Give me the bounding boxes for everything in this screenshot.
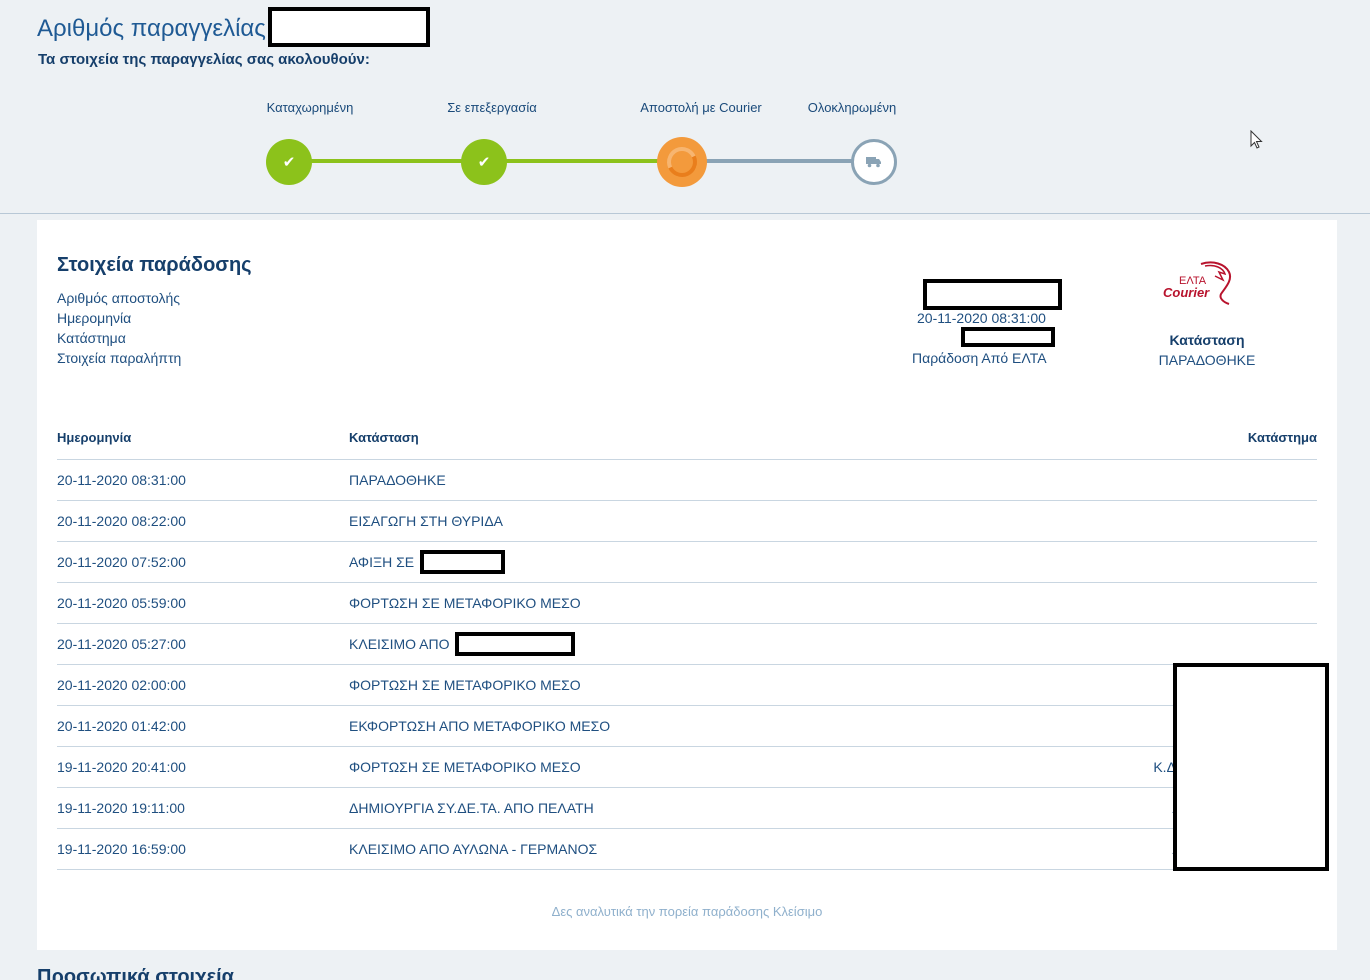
column-header-date: Ημερομηνία — [57, 430, 132, 445]
status-value: ΠΑΡΑΔΟΘΗΚΕ — [1158, 352, 1256, 368]
header-divider — [0, 213, 1370, 214]
table-row: 20-11-2020 08:31:00 ΠΑΡΑΔΟΘΗΚΕ — [57, 460, 1317, 501]
step-registered: ✔ — [266, 139, 312, 185]
row-status: ΦΟΡΤΩΣΗ ΣΕ ΜΕΤΑΦΟΡΙΚΟ ΜΕΣΟ — [349, 595, 581, 611]
recipient-value: Παράδοση Από ΕΛΤΑ — [912, 350, 1047, 366]
check-icon: ✔ — [282, 154, 296, 171]
row-date: 19-11-2020 16:59:00 — [57, 841, 186, 857]
date-label: Ημερομηνία — [57, 310, 132, 326]
row-date: 20-11-2020 01:42:00 — [57, 718, 186, 734]
column-header-store: Κατάστημα — [1247, 430, 1317, 445]
row-status: ΔΗΜΙΟΥΡΓΙΑ ΣΥ.ΔΕ.ΤΑ. ΑΠΟ ΠΕΛΑΤΗ — [349, 800, 594, 816]
row-status: ΕΚΦΟΡΤΩΣΗ ΑΠΟ ΜΕΤΑΦΟΡΙΚΟ ΜΕΣΟ — [349, 718, 611, 734]
table-row: 19-11-2020 19:11:00 ΔΗΜΙΟΥΡΓΙΑ ΣΥ.ΔΕ.ΤΑ.… — [57, 788, 1317, 829]
delivery-date-value: 20-11-2020 08:31:00 — [917, 310, 1046, 326]
delivery-card: Στοιχεία παράδοσης Αριθμός αποστολής Ημε… — [37, 220, 1337, 950]
row-status-text: ΚΛΕΙΣΙΜΟ ΑΠΟ — [349, 636, 450, 652]
row-status: ΠΑΡΑΔΟΘΗΚΕ — [349, 472, 446, 488]
redacted-location — [420, 550, 506, 574]
row-date: 20-11-2020 08:22:00 — [57, 513, 186, 529]
row-status: ΚΛΕΙΣΙΜΟ ΑΠΟ ΑΥΛΩΝΑ - ΓΕΡΜΑΝΟΣ — [349, 841, 598, 857]
order-progress: Καταχωρημένη Σε επεξεργασία Αποστολή με … — [0, 0, 1370, 214]
table-row: 19-11-2020 20:41:00 ΦΟΡΤΩΣΗ ΣΕ ΜΕΤΑΦΟΡΙΚ… — [57, 747, 1317, 788]
row-status: ΦΟΡΤΩΣΗ ΣΕ ΜΕΤΑΦΟΡΙΚΟ ΜΕΣΟ — [349, 677, 581, 693]
status-label: Κατάσταση — [1169, 332, 1245, 348]
step-label-processing: Σε επεξεργασία — [447, 100, 537, 115]
table-row: 20-11-2020 05:27:00 ΚΛΕΙΣΙΜΟ ΑΠΟ — [57, 624, 1317, 665]
spinner-icon — [662, 142, 702, 182]
mouse-cursor-icon — [1250, 130, 1263, 149]
redacted-location — [455, 632, 576, 656]
elta-courier-logo: ΕΛΤΑ Courier — [1163, 261, 1231, 305]
shipment-number-label: Αριθμός αποστολής — [57, 290, 181, 306]
store-label: Κατάστημα — [57, 330, 126, 346]
step-completed — [851, 139, 897, 185]
table-row: 19-11-2020 16:59:00 ΚΛΕΙΣΙΜΟ ΑΠΟ ΑΥΛΩΝΑ … — [57, 829, 1317, 870]
row-date: 20-11-2020 05:27:00 — [57, 636, 186, 652]
step-courier — [657, 137, 707, 187]
table-header: Ημερομηνία Κατάσταση Κατάστημα — [57, 430, 1317, 460]
row-status-text: ΑΦΙΞΗ ΣΕ — [349, 554, 415, 570]
row-date: 19-11-2020 19:11:00 — [57, 800, 185, 816]
details-toggle-link[interactable]: Δες αναλυτικά την πορεία παράδοσης Κλείσ… — [37, 904, 1337, 919]
row-date: 20-11-2020 07:52:00 — [57, 554, 186, 570]
personal-details-title: Προσωπικά στοιχεία — [37, 966, 234, 980]
row-status: ΦΟΡΤΩΣΗ ΣΕ ΜΕΤΑΦΟΡΙΚΟ ΜΕΣΟ — [349, 759, 581, 775]
check-icon: ✔ — [477, 154, 491, 171]
truck-icon — [866, 157, 881, 168]
step-label-completed: Ολοκληρωμένη — [807, 100, 897, 115]
recipient-label: Στοιχεία παραλήπτη — [57, 350, 182, 366]
redacted-store — [961, 327, 1055, 347]
table-row: 20-11-2020 05:59:00 ΦΟΡΤΩΣΗ ΣΕ ΜΕΤΑΦΟΡΙΚ… — [57, 583, 1317, 624]
table-row: 20-11-2020 02:00:00 ΦΟΡΤΩΣΗ ΣΕ ΜΕΤΑΦΟΡΙΚ… — [57, 665, 1317, 706]
table-row: 20-11-2020 07:52:00 ΑΦΙΞΗ ΣΕ — [57, 542, 1317, 583]
redacted-store-column — [1173, 663, 1329, 871]
delivery-title: Στοιχεία παράδοσης — [57, 254, 252, 276]
step-label-courier: Αποστολή με Courier — [640, 100, 762, 115]
row-date: 20-11-2020 05:59:00 — [57, 595, 186, 611]
row-status: ΑΦΙΞΗ ΣΕ — [349, 550, 957, 574]
step-processing: ✔ — [461, 139, 507, 185]
row-date: 20-11-2020 02:00:00 — [57, 677, 186, 693]
logo-text-courier: Courier — [1163, 285, 1210, 300]
step-label-registered: Καταχωρημένη — [266, 100, 354, 115]
row-date: 19-11-2020 20:41:00 — [57, 759, 186, 775]
column-header-status: Κατάσταση — [349, 430, 419, 445]
progress-line-3 — [682, 159, 874, 163]
tracking-history-table: Ημερομηνία Κατάσταση Κατάστημα 20-11-202… — [57, 430, 1329, 871]
row-status: ΕΙΣΑΓΩΓΗ ΣΤΗ ΘΥΡΙΔΑ — [349, 513, 504, 529]
progress-line-2 — [484, 159, 682, 163]
row-status: ΚΛΕΙΣΙΜΟ ΑΠΟ — [349, 632, 957, 656]
progress-line-1 — [289, 159, 484, 163]
table-row: 20-11-2020 01:42:00 ΕΚΦΟΡΤΩΣΗ ΑΠΟ ΜΕΤΑΦΟ… — [57, 706, 1317, 747]
row-date: 20-11-2020 08:31:00 — [57, 472, 186, 488]
table-row: 20-11-2020 08:22:00 ΕΙΣΑΓΩΓΗ ΣΤΗ ΘΥΡΙΔΑ — [57, 501, 1317, 542]
redacted-shipment-number — [923, 279, 1062, 310]
